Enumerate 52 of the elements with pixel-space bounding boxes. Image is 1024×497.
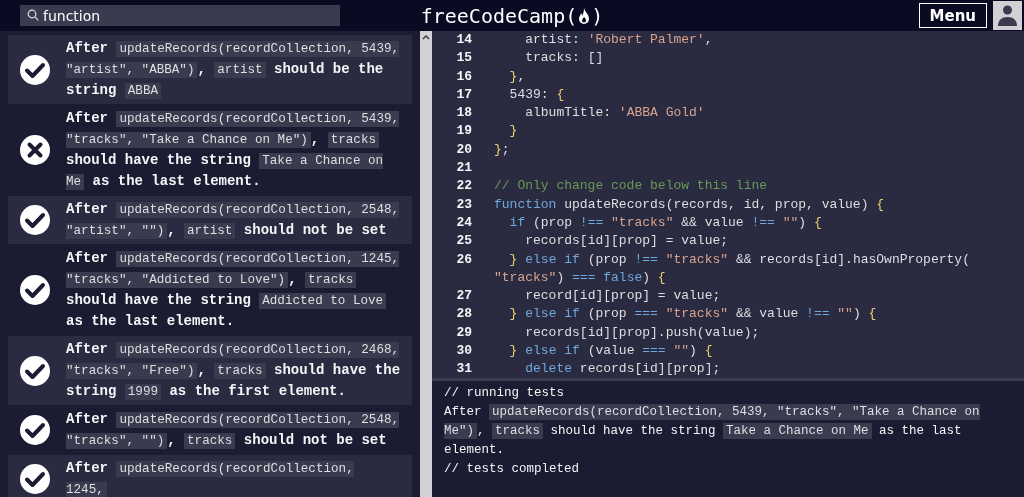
code-line: albumTitle: 'ABBA Gold' (524, 104, 706, 123)
code-line: // Only change code below this line (494, 177, 769, 196)
line-number: 29 (455, 323, 473, 342)
test-description: After updateRecords(recordCollection, 2548, "artist", "") , artist should not be set (66, 200, 401, 241)
code-line: }; (494, 140, 511, 159)
line-number: 24 (455, 213, 473, 232)
code-line: records[id][prop].push(value); (524, 323, 761, 342)
code-line: } else if (prop !== "tracks" && records[id].hasOwnProperty( "tracks") === false) { (494, 250, 971, 287)
line-number: 15 (455, 49, 473, 68)
code-line: delete records[id][prop]; (524, 360, 722, 378)
menu-button[interactable]: Menu (918, 3, 987, 28)
logo-text: freeCodeCamp( (420, 3, 578, 28)
test-description: After updateRecords(recordCollection, 2468, "tracks", "Free") , tracks should have the string 1999 as the first element. (66, 340, 401, 402)
code-line: function updateRecords(records, id, prop, value) { (494, 195, 886, 214)
console-line: // tests completed (444, 461, 581, 478)
scrollbar[interactable] (420, 31, 432, 497)
code-line: } (508, 122, 519, 141)
line-number: 27 (455, 287, 473, 306)
console-line: // running tests (444, 385, 566, 402)
code-line: tracks: [] (524, 49, 605, 68)
line-number: 26 (455, 250, 473, 269)
code-line: }, (508, 67, 527, 86)
line-number: 23 (455, 195, 473, 214)
code-line: if (prop !== "tracks" && value !== "") { (508, 213, 823, 232)
code-line: } else if (prop === "tracks" && value !== "") { (508, 305, 878, 324)
line-number: 14 (455, 31, 473, 49)
code-line: 5439: { (508, 85, 566, 104)
test-description: After updateRecords(recordCollection, 1245, (66, 459, 355, 497)
line-number: 25 (455, 232, 473, 251)
line-number: 31 (455, 360, 473, 378)
code-line: } else if (value === "") { (508, 342, 714, 361)
flame-icon (577, 6, 592, 25)
test-description: After updateRecords(recordCollection, 5439, "artist", "ABBA") , artist should be the string ABBA (66, 39, 401, 101)
line-number: 19 (455, 122, 473, 141)
line-number: 18 (455, 104, 473, 123)
line-number: 16 (455, 67, 473, 86)
line-number: 22 (455, 177, 473, 196)
code-editor[interactable] (432, 31, 1024, 378)
test-description: After updateRecords(recordCollection, 5439, "tracks", "Take a Chance on Me") , tracks should have the string Take a Chance on Me as the last element. (66, 109, 401, 192)
line-number: 21 (455, 159, 473, 178)
line-number: 17 (455, 85, 473, 104)
code-line: records[id][prop] = value; (524, 232, 730, 251)
code-line: record[id][prop] = value; (524, 287, 722, 306)
code-line: artist: 'Robert Palmer', (524, 31, 714, 49)
line-number: 28 (455, 305, 473, 324)
logo-text: ) (591, 3, 604, 28)
line-number: 30 (455, 342, 473, 361)
line-number: 20 (455, 140, 473, 159)
search-field[interactable]: function (20, 5, 340, 26)
scroll-up-icon[interactable] (422, 34, 430, 40)
test-description: After updateRecords(recordCollection, 1245, "tracks", "Addicted to Love") , tracks should have the string Addicted to Love as the last element. (66, 249, 401, 331)
test-description: After updateRecords(recordCollection, 2548, "tracks", "") , tracks should not be set (66, 410, 401, 451)
